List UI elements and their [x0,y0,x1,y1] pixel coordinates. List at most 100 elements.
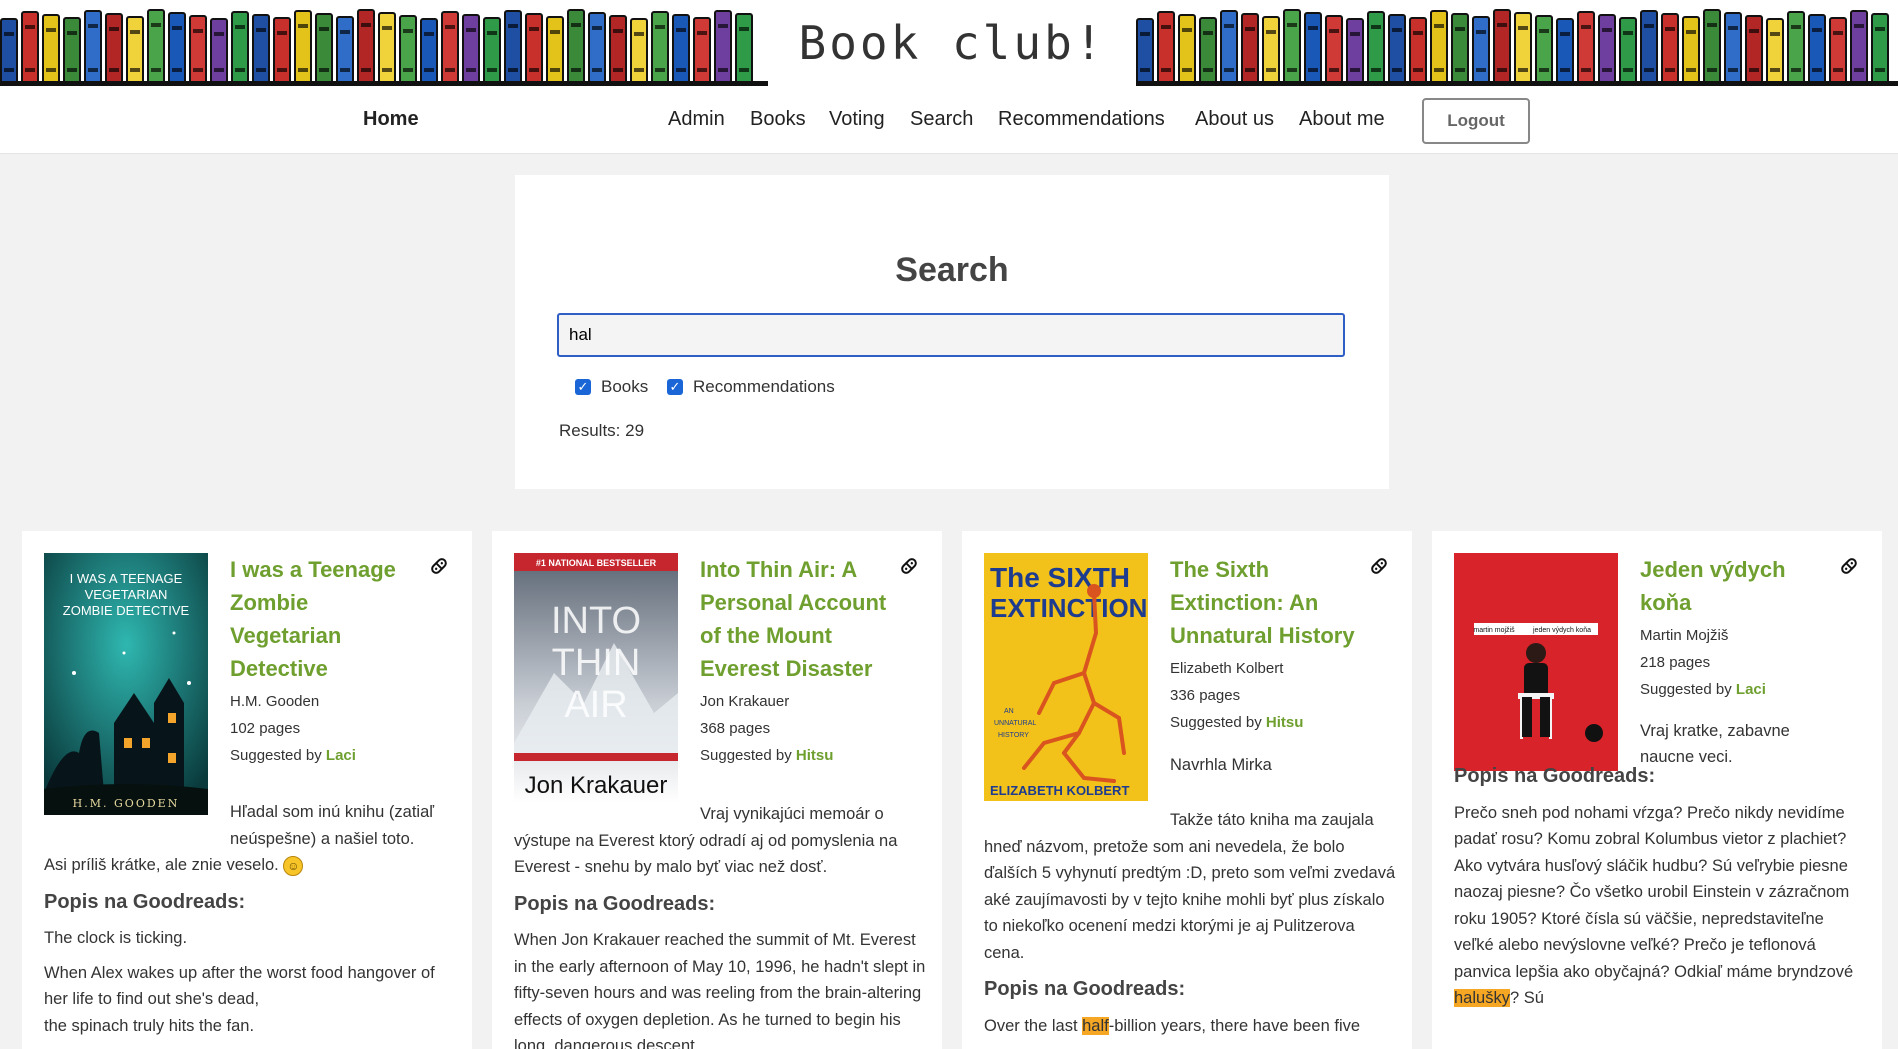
book-pages: 368 pages [700,720,771,737]
book-title-line[interactable]: Everest Disaster [700,652,900,685]
book-cover-image: #1 NATIONAL BESTSELLER INTO THIN AIR Jon… [514,553,678,803]
goodreads-heading: Popis na Goodreads: [1454,765,1656,787]
pin-icon[interactable] [898,555,920,577]
search-heading: Search [895,251,1009,289]
book-body: Hľadal som inú knihu (zatiaľ neúspešne) a… [44,799,456,1043]
book-spine [1409,17,1427,86]
note-text: Hľadal som inú knihu (zatiaľ [230,803,435,821]
book-meta: The Sixth Extinction: An Unnatural Histo… [1170,553,1370,775]
suggested-by: Suggested by Hitsu [1170,713,1370,733]
svg-text:jeden výdych koňa: jeden výdych koňa [1532,627,1591,634]
book-card: #1 NATIONAL BESTSELLER INTO THIN AIR Jon… [492,531,942,1049]
suggester-link[interactable]: Hitsu [1266,714,1304,731]
book-title-link[interactable]: I was a Teenage Zombie Vegetarian Detect… [230,553,430,685]
book-title-link[interactable]: Jeden výdych koňa [1640,553,1840,619]
book-spine [21,11,39,86]
book-spine [84,10,102,86]
suggested-by-label: Suggested by [700,747,792,764]
books-filter-checkbox[interactable]: ✓ Books [575,377,648,397]
book-spine [399,15,417,86]
book-card: I WAS A TEENAGE VEGETARIAN ZOMBIE DETECT… [22,531,472,1049]
book-card: martin mojžiš jeden výdych koňa Jeden vý… [1432,531,1882,1049]
book-spine [231,11,249,86]
book-spine [1304,12,1322,86]
book-meta: Into Thin Air: A Personal Account of the… [700,553,900,766]
book-spine [147,9,165,86]
description-text: -billion years, there have been five [1108,1016,1361,1035]
nav-home-link[interactable]: Home [363,108,419,131]
book-spine [1640,10,1658,86]
checkbox-checked-icon[interactable]: ✓ [667,379,683,395]
logout-button[interactable]: Logout [1422,98,1530,144]
suggester-link[interactable]: Hitsu [796,747,834,764]
book-spine [252,14,270,86]
book-spine [1682,16,1700,86]
svg-text:ZOMBIE DETECTIVE: ZOMBIE DETECTIVE [63,603,190,618]
book-spine [1262,16,1280,86]
nav-admin-link[interactable]: Admin [668,108,725,131]
book-spine [1829,17,1847,86]
book-spine [1157,11,1175,86]
book-spine [168,12,186,86]
suggester-link[interactable]: Laci [1736,681,1766,698]
book-title-line[interactable]: I was a Teenage [230,553,430,586]
pin-icon[interactable] [428,555,450,577]
search-panel: Search ✓ Books ✓ Recommendations Results… [515,175,1389,489]
book-title-line[interactable]: Personal Account [700,586,900,619]
book-author: Martin Mojžiš [1640,627,1729,644]
book-pages: 102 pages [230,720,301,737]
recommendations-filter-checkbox[interactable]: ✓ Recommendations [667,377,835,397]
goodreads-description: When Alex wakes up after the worst food … [44,963,435,1009]
nav-search-link[interactable]: Search [910,108,973,131]
pin-icon[interactable] [1368,555,1390,577]
svg-text:EXTINCTION: EXTINCTION [990,593,1147,623]
book-title-link[interactable]: The Sixth Extinction: An Unnatural Histo… [1170,553,1370,652]
goodreads-heading: Popis na Goodreads: [44,890,246,913]
book-spine [378,12,396,86]
book-spine [1346,18,1364,86]
book-spine [42,14,60,86]
book-spine [1787,11,1805,86]
book-spine [1367,11,1385,86]
book-title-line[interactable]: The Sixth [1170,553,1370,586]
svg-text:The SIXTH: The SIXTH [990,562,1130,593]
book-spine [1556,18,1574,86]
book-title-line[interactable]: Unnatural History [1170,619,1370,652]
suggested-by-label: Suggested by [1640,681,1732,698]
book-author: Elizabeth Kolbert [1170,660,1284,677]
book-cover-image: martin mojžiš jeden výdych koňa [1454,553,1618,771]
nav-recommendations-link[interactable]: Recommendations [998,108,1165,131]
book-title-line[interactable]: Detective [230,652,430,685]
pin-icon[interactable] [1838,555,1860,577]
nav-about-us-link[interactable]: About us [1195,108,1274,131]
suggested-by-label: Suggested by [230,747,322,764]
book-spine [105,13,123,86]
book-spine [630,18,648,86]
book-spine [1535,15,1553,86]
suggester-link[interactable]: Laci [326,747,356,764]
book-spine [420,18,438,86]
bookshelf-right-illustration [1136,6,1898,86]
book-pages: 218 pages [1640,654,1711,671]
book-title-line[interactable]: Extinction: An [1170,586,1370,619]
nav-books-link[interactable]: Books [750,108,806,131]
book-spine [1430,10,1448,86]
book-title-link[interactable]: Into Thin Air: A Personal Account of the… [700,553,900,685]
book-title-line[interactable]: Zombie [230,586,430,619]
book-title-line[interactable]: of the Mount [700,619,900,652]
book-author: Jon Krakauer [700,693,790,710]
checkbox-checked-icon[interactable]: ✓ [575,379,591,395]
book-meta: Jeden výdych koňa Martin Mojžiš 218 page… [1640,553,1840,770]
search-highlight: halušky [1454,989,1510,1007]
search-input[interactable] [557,313,1345,357]
book-spine [504,10,522,86]
book-title-line[interactable]: Jeden výdych [1640,553,1840,586]
book-title-line[interactable]: Vegetarian [230,619,430,652]
nav-about-me-link[interactable]: About me [1299,108,1385,131]
book-title-line[interactable]: Into Thin Air: A [700,553,900,586]
goodreads-description: Over the last half-billion years, there … [984,1013,1396,1040]
nav-voting-link[interactable]: Voting [829,108,885,131]
book-title-line[interactable]: koňa [1640,586,1840,619]
books-filter-label: Books [601,377,649,396]
book-spine [63,17,81,86]
